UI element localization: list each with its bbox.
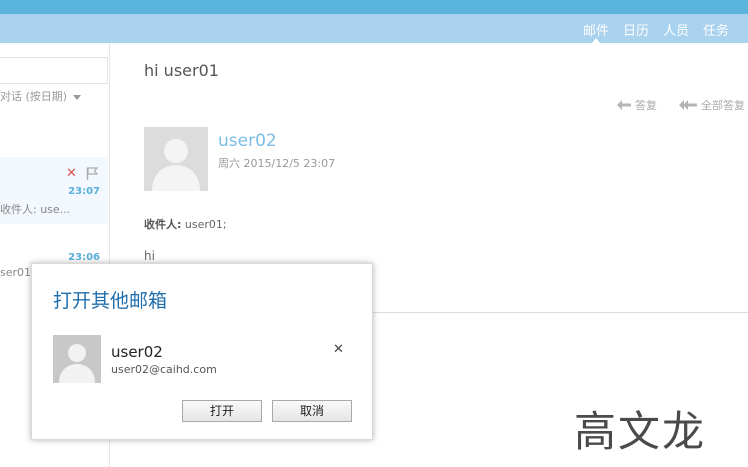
nav-tab-calendar[interactable]: 日历 <box>616 14 656 43</box>
recipients-line: 收件人: user01; <box>144 216 227 232</box>
dialog-user-email: user02@caihd.com <box>111 363 217 376</box>
message-subject: hi user01 <box>144 61 219 80</box>
caret-down-icon <box>73 94 82 100</box>
reply-all-arrow-icon <box>679 100 697 110</box>
watermark-text: 高文龙 <box>574 407 707 456</box>
sort-label-text: 对话 (按日期) <box>0 90 68 103</box>
conversation-preview: ser01 <box>0 266 32 279</box>
flag-icon[interactable] <box>86 167 98 180</box>
message-date: 周六 2015/12/5 23:07 <box>218 157 336 170</box>
message-body: hi <box>144 249 155 263</box>
recipients-value: user01; <box>184 218 227 231</box>
conversation-preview: 收件人: use... <box>0 203 71 216</box>
reply-arrow-icon <box>617 100 631 110</box>
list-item[interactable]: ✕ 23:07 收件人: use... <box>0 157 108 224</box>
sort-dropdown[interactable]: 对话 (按日期) <box>0 88 82 104</box>
nav-tab-tasks[interactable]: 任务 <box>696 14 736 43</box>
dialog-user-name: user02 <box>111 343 163 361</box>
avatar <box>144 127 208 191</box>
open-other-mailbox-dialog: 打开其他邮箱 user02 user02@caihd.com ✕ 打开 取消 <box>31 263 373 440</box>
person-icon <box>152 139 200 191</box>
search-input[interactable] <box>0 57 108 84</box>
close-icon[interactable]: ✕ <box>66 167 77 180</box>
nav-tab-people[interactable]: 人员 <box>656 14 696 43</box>
reply-all-label: 全部答复 <box>701 99 745 112</box>
cancel-button[interactable]: 取消 <box>272 400 352 422</box>
reply-label: 答复 <box>635 99 657 112</box>
message-actions: 答复 全部答复 <box>617 97 748 113</box>
person-icon <box>59 344 95 383</box>
window-top-strip <box>0 0 748 14</box>
open-button[interactable]: 打开 <box>182 400 262 422</box>
conversation-time: 23:07 <box>68 186 100 197</box>
reply-all-button[interactable]: 全部答复 <box>679 97 745 113</box>
nav-tabs: 邮件 日历 人员 任务 <box>576 14 736 43</box>
close-icon[interactable]: ✕ <box>333 343 344 356</box>
reply-button[interactable]: 答复 <box>617 97 657 113</box>
sender-name[interactable]: user02 <box>218 131 277 151</box>
recipients-label: 收件人: <box>144 218 182 231</box>
conversation-time: 23:06 <box>68 252 100 263</box>
avatar <box>53 335 101 383</box>
divider <box>372 312 748 313</box>
top-nav-bar: 邮件 日历 人员 任务 <box>0 14 748 43</box>
dialog-title: 打开其他邮箱 <box>53 290 168 312</box>
nav-tab-mail[interactable]: 邮件 <box>576 14 616 43</box>
